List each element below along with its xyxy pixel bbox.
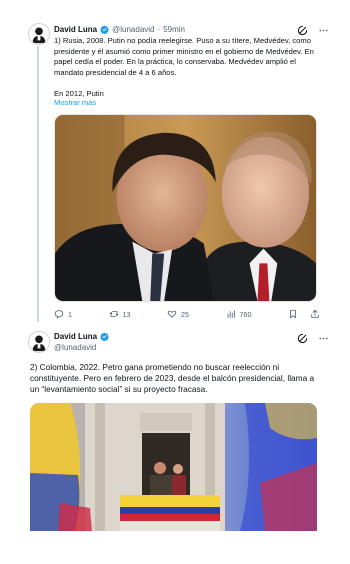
reply-button[interactable]: 1	[54, 309, 72, 319]
tweet-image[interactable]	[54, 114, 317, 302]
bookmark-button[interactable]	[288, 309, 298, 319]
views-count: 760	[239, 309, 252, 319]
avatar[interactable]	[28, 331, 50, 353]
tweet-top-actions	[296, 24, 329, 36]
grok-icon[interactable]	[296, 24, 308, 36]
share-button[interactable]	[310, 309, 320, 319]
tweet-secondary-actions	[288, 309, 320, 319]
verified-badge-icon	[100, 332, 109, 341]
thread-line	[37, 46, 39, 322]
timestamp[interactable]: 59min	[163, 25, 185, 34]
tweet-paragraph: 1) Rusia, 2008. Putin no podía reelegirs…	[54, 36, 314, 77]
repost-count: 13	[122, 309, 131, 319]
more-icon[interactable]	[317, 24, 329, 36]
tweet-header: David Luna @lunadavid · 59min	[54, 25, 185, 34]
verified-badge-icon	[100, 25, 109, 34]
share-icon	[311, 309, 319, 318]
bookmark-icon	[290, 309, 296, 319]
avatar[interactable]	[28, 23, 50, 45]
reply-icon	[54, 310, 64, 319]
author-handle[interactable]: @lunadavid	[54, 343, 109, 352]
tweet-action-bar: 1 13 25 760	[54, 309, 320, 319]
more-icon[interactable]	[317, 332, 329, 344]
author-name[interactable]: David Luna	[54, 332, 97, 341]
views-icon	[227, 310, 235, 318]
tweet-text: 2) Colombia, 2022. Petro gana prometiend…	[30, 362, 315, 394]
tweet-header: David Luna @lunadavid	[54, 332, 109, 352]
tweet-2[interactable]: David Luna @lunadavid 2) Colombia, 2022.…	[0, 322, 350, 564]
show-more-link[interactable]: Mostrar más	[54, 98, 96, 107]
like-button[interactable]: 25	[167, 309, 189, 319]
tweet-1[interactable]: David Luna @lunadavid · 59min 1) Rusia, …	[0, 0, 350, 322]
views-button[interactable]: 760	[226, 309, 252, 319]
like-count: 25	[181, 309, 189, 319]
reply-count: 1	[68, 309, 72, 319]
author-name[interactable]: David Luna	[54, 25, 97, 34]
repost-button[interactable]: 13	[109, 309, 131, 319]
separator-dot: ·	[157, 25, 161, 34]
author-handle[interactable]: @lunadavid	[112, 25, 154, 34]
like-icon	[167, 310, 177, 318]
tweet-image[interactable]	[30, 403, 317, 531]
tweet-top-actions	[296, 332, 329, 344]
grok-icon[interactable]	[296, 332, 308, 344]
repost-icon	[109, 311, 118, 317]
